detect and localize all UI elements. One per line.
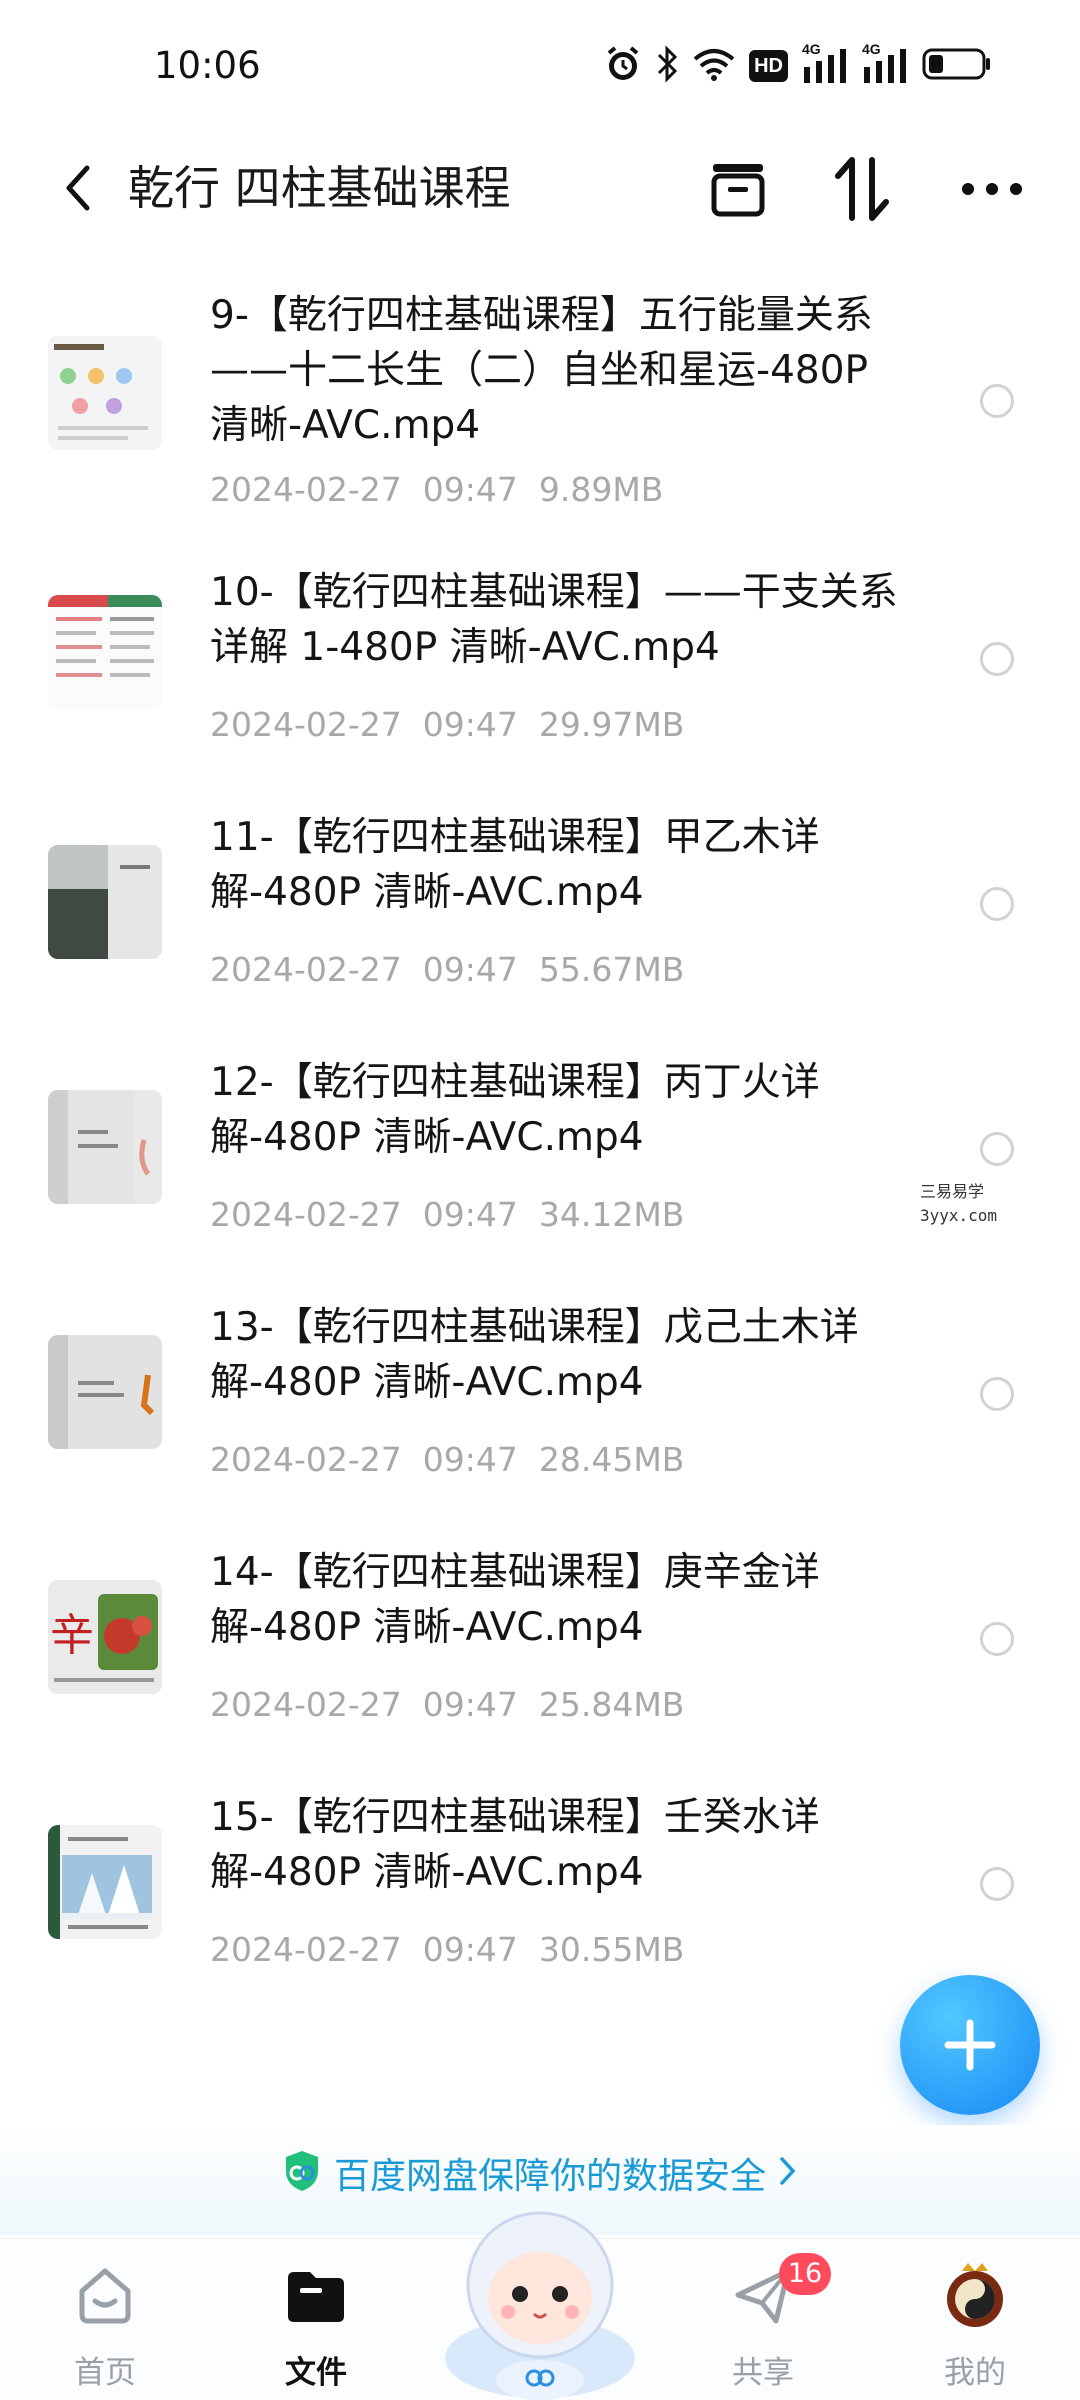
watermark-line: 3yyx.com — [920, 1206, 998, 1225]
file-time: 09:47 — [422, 1930, 518, 1969]
file-date: 2024-02-27 — [210, 1685, 402, 1724]
file-size: 55.67MB — [538, 950, 685, 989]
file-date: 2024-02-27 — [210, 1440, 402, 1479]
file-size: 30.55MB — [538, 1930, 685, 1969]
file-row[interactable]: 11-【乾行四柱基础课程】甲乙木详解-480P 清晰-AVC.mp4 2024-… — [0, 810, 1080, 1055]
video-thumbnail: 辛 — [48, 1580, 162, 1694]
tab-files[interactable]: 文件 — [236, 2239, 396, 2400]
file-row[interactable]: 12-【乾行四柱基础课程】丙丁火详解-480P 清晰-AVC.mp4 2024-… — [0, 1055, 1080, 1300]
file-size: 28.45MB — [538, 1440, 685, 1479]
file-meta: 2024-02-27 09:47 25.84MB — [210, 1685, 684, 1724]
tab-share[interactable]: 16 共享 — [683, 2239, 843, 2400]
video-thumbnail — [48, 1825, 162, 1939]
add-button[interactable] — [900, 1975, 1040, 2115]
file-date: 2024-02-27 — [210, 470, 402, 509]
file-time: 09:47 — [422, 1440, 518, 1479]
select-radio[interactable] — [980, 1377, 1014, 1411]
video-thumbnail — [48, 595, 162, 709]
hd-icon: HD — [749, 50, 788, 82]
tab-label: 我的 — [944, 2355, 1006, 2391]
video-thumbnail — [48, 1335, 162, 1449]
file-meta: 2024-02-27 09:47 55.67MB — [210, 950, 684, 989]
wifi-icon — [693, 47, 735, 85]
back-icon[interactable] — [48, 153, 108, 223]
signal-4g-icon: 4G — [802, 41, 848, 85]
file-time: 09:47 — [422, 470, 518, 509]
page-title: 乾行 四柱基础课程 — [128, 161, 511, 215]
home-icon — [70, 2261, 140, 2331]
status-bar: 10:06 HD 4G 4G — [0, 0, 1080, 135]
file-time: 09:47 — [422, 950, 518, 989]
status-time: 10:06 — [154, 44, 261, 87]
file-date: 2024-02-27 — [210, 1930, 402, 1969]
file-date: 2024-02-27 — [210, 950, 402, 989]
folder-icon — [281, 2261, 351, 2331]
mascot-button[interactable] — [430, 2180, 650, 2400]
select-radio[interactable] — [980, 642, 1014, 676]
archive-icon[interactable] — [698, 149, 778, 229]
file-time: 09:47 — [422, 705, 518, 744]
watermark: 三易易学 3yyx.com — [920, 1180, 997, 1228]
select-radio[interactable] — [980, 1132, 1014, 1166]
shield-icon — [282, 2149, 322, 2197]
file-meta: 2024-02-27 09:47 34.12MB — [210, 1195, 684, 1234]
file-time: 09:47 — [422, 1685, 518, 1724]
file-time: 09:47 — [422, 1195, 518, 1234]
tab-label: 文件 — [285, 2355, 347, 2391]
tab-label: 首页 — [74, 2355, 136, 2391]
notification-badge: 16 — [779, 2253, 831, 2295]
file-name: 9-【乾行四柱基础课程】五行能量关系——十二长生（二）自坐和星运-480P 清晰… — [210, 293, 873, 448]
select-radio[interactable] — [980, 1867, 1014, 1901]
select-radio[interactable] — [980, 384, 1014, 418]
video-thumbnail — [48, 336, 162, 450]
file-meta: 2024-02-27 09:47 9.89MB — [210, 470, 663, 509]
more-icon[interactable] — [952, 149, 1032, 229]
tab-label: 共享 — [732, 2355, 794, 2391]
file-size: 29.97MB — [538, 705, 685, 744]
tab-mine[interactable]: 我的 — [895, 2239, 1055, 2400]
select-radio[interactable] — [980, 1622, 1014, 1656]
file-name: 14-【乾行四柱基础课程】庚辛金详解-480P 清晰-AVC.mp4 — [210, 1550, 820, 1650]
select-radio[interactable] — [980, 887, 1014, 921]
file-row[interactable]: 辛 14-【乾行四柱基础课程】庚辛金详解-480P 清晰-AVC.mp4 202… — [0, 1545, 1080, 1790]
file-date: 2024-02-27 — [210, 1195, 402, 1234]
video-thumbnail — [48, 1090, 162, 1204]
avatar-icon — [940, 2261, 1010, 2331]
file-meta: 2024-02-27 09:47 28.45MB — [210, 1440, 684, 1479]
file-name: 12-【乾行四柱基础课程】丙丁火详解-480P 清晰-AVC.mp4 — [210, 1060, 820, 1160]
file-row[interactable]: 13-【乾行四柱基础课程】戊己土木详解-480P 清晰-AVC.mp4 2024… — [0, 1300, 1080, 1545]
bluetooth-icon — [655, 45, 679, 87]
file-meta: 2024-02-27 09:47 29.97MB — [210, 705, 684, 744]
file-date: 2024-02-27 — [210, 705, 402, 744]
file-name: 13-【乾行四柱基础课程】戊己土木详解-480P 清晰-AVC.mp4 — [210, 1305, 859, 1405]
tab-home[interactable]: 首页 — [25, 2239, 185, 2400]
signal-4g-icon: 4G — [862, 41, 908, 85]
file-size: 25.84MB — [538, 1685, 685, 1724]
chevron-right-icon — [778, 2155, 798, 2191]
sort-icon[interactable] — [822, 149, 902, 229]
file-meta: 2024-02-27 09:47 30.55MB — [210, 1930, 684, 1969]
file-row[interactable]: 10-【乾行四柱基础课程】——干支关系详解 1-480P 清晰-AVC.mp4 … — [0, 565, 1080, 810]
watermark-line: 三易易学 — [920, 1182, 985, 1201]
file-row[interactable]: 9-【乾行四柱基础课程】五行能量关系——十二长生（二）自坐和星运-480P 清晰… — [0, 270, 1080, 515]
file-size: 34.12MB — [538, 1195, 685, 1234]
file-name: 11-【乾行四柱基础课程】甲乙木详解-480P 清晰-AVC.mp4 — [210, 815, 820, 915]
battery-icon — [922, 47, 992, 85]
header: 乾行 四柱基础课程 — [0, 135, 1080, 245]
status-icons: HD 4G 4G — [605, 41, 992, 88]
alarm-icon — [605, 45, 641, 87]
video-thumbnail — [48, 845, 162, 959]
file-size: 9.89MB — [538, 470, 664, 509]
svg-text:辛: 辛 — [50, 1610, 94, 1661]
plus-icon — [944, 2019, 996, 2071]
file-name: 10-【乾行四柱基础课程】——干支关系详解 1-480P 清晰-AVC.mp4 — [210, 570, 898, 670]
file-name: 15-【乾行四柱基础课程】壬癸水详解-480P 清晰-AVC.mp4 — [210, 1795, 820, 1895]
